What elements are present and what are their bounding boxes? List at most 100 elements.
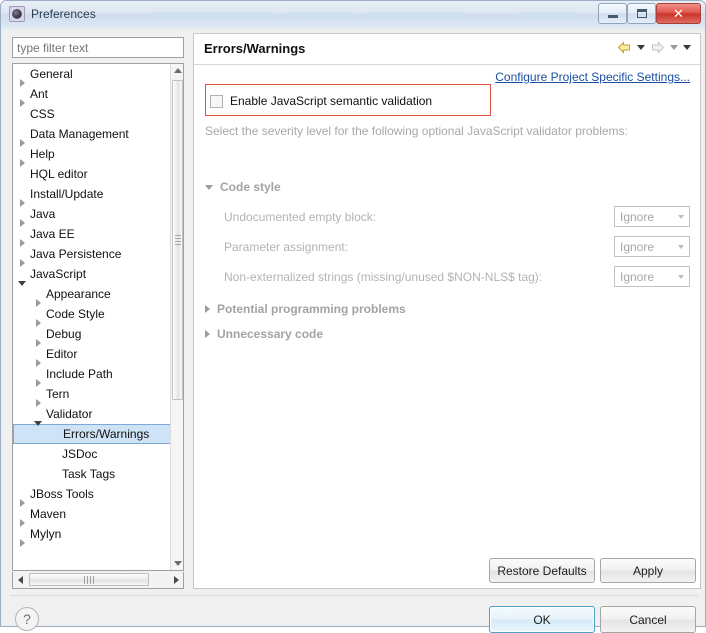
restore-defaults-button[interactable]: Restore Defaults bbox=[489, 558, 595, 583]
tree-item-jsdoc[interactable]: JSDoc bbox=[13, 444, 172, 464]
tree-item-ant[interactable]: Ant bbox=[13, 84, 172, 107]
tree-item-css[interactable]: CSS bbox=[13, 104, 172, 124]
forward-arrow-icon bbox=[650, 40, 665, 55]
tree-item-java-persistence[interactable]: Java Persistence bbox=[13, 244, 172, 267]
tree-item-label: Tern bbox=[46, 387, 70, 401]
tree-item-label: Maven bbox=[30, 507, 67, 521]
tree-item-label: Task Tags bbox=[62, 467, 116, 481]
scroll-right-icon[interactable] bbox=[169, 572, 183, 587]
enable-semantic-validation-label: Enable JavaScript semantic validation bbox=[230, 94, 433, 108]
severity-value: Ignore bbox=[620, 209, 655, 224]
tree-item-general[interactable]: General bbox=[13, 64, 172, 87]
tree-item-appearance[interactable]: Appearance bbox=[13, 284, 172, 307]
ok-button[interactable]: OK bbox=[489, 606, 595, 633]
severity-combo-undocumented-empty-block[interactable]: Ignore bbox=[614, 206, 690, 227]
chevron-down-icon bbox=[673, 244, 689, 249]
chevron-right-icon bbox=[205, 305, 210, 313]
tree-item-validator[interactable]: Validator bbox=[13, 404, 172, 426]
title-bar: Preferences ✕ bbox=[1, 1, 705, 30]
tree-item-label: CSS bbox=[30, 107, 55, 121]
tree-item-editor[interactable]: Editor bbox=[13, 344, 172, 367]
tree-vertical-scrollbar[interactable] bbox=[170, 64, 183, 570]
section-label: Code style bbox=[220, 180, 281, 194]
tree-item-hql-editor[interactable]: HQL editor bbox=[13, 164, 172, 184]
back-menu-chevron-down-icon[interactable] bbox=[637, 45, 645, 50]
tree-item-java[interactable]: Java bbox=[13, 204, 172, 227]
window-title: Preferences bbox=[31, 7, 96, 21]
chevron-down-icon bbox=[673, 214, 689, 219]
tree-item-data-management[interactable]: Data Management bbox=[13, 124, 172, 147]
tree-item-label: JSDoc bbox=[62, 447, 98, 461]
tree-item-label: Appearance bbox=[46, 287, 111, 301]
minimize-icon bbox=[599, 4, 626, 23]
filter-input[interactable] bbox=[12, 37, 184, 58]
tree-item-label: Ant bbox=[30, 87, 49, 101]
page-panel: Errors/Warnings Configure Project Specif… bbox=[193, 33, 701, 589]
tree-item-help[interactable]: Help bbox=[13, 144, 172, 167]
scroll-down-icon[interactable] bbox=[171, 557, 183, 570]
section-label: Potential programming problems bbox=[217, 302, 406, 316]
tree-item-label: Debug bbox=[46, 327, 82, 341]
tree-item-list: General Ant CSS Data Management Help HQL edit… bbox=[13, 64, 172, 570]
tree-item-label: Java EE bbox=[30, 227, 75, 241]
close-icon: ✕ bbox=[673, 6, 684, 21]
preferences-tree[interactable]: General Ant CSS Data Management Help HQL edit… bbox=[12, 63, 184, 571]
vertical-scroll-thumb[interactable] bbox=[172, 80, 183, 400]
page-title: Errors/Warnings bbox=[204, 41, 306, 56]
preferences-gear-icon bbox=[9, 6, 25, 22]
cancel-button[interactable]: Cancel bbox=[600, 606, 696, 633]
back-arrow-icon[interactable] bbox=[617, 40, 632, 55]
close-button[interactable]: ✕ bbox=[656, 3, 701, 24]
forward-menu-chevron-down-icon bbox=[670, 45, 678, 50]
tree-item-label: Mylyn bbox=[30, 527, 62, 541]
severity-combo-parameter-assignment[interactable]: Ignore bbox=[614, 236, 690, 257]
tree-item-include-path[interactable]: Include Path bbox=[13, 364, 172, 387]
tree-item-mylyn[interactable]: Mylyn bbox=[13, 524, 172, 547]
chevron-down-icon bbox=[673, 274, 689, 279]
tree-item-label: Install/Update bbox=[30, 187, 104, 201]
tree-item-label: HQL editor bbox=[30, 167, 88, 181]
apply-button[interactable]: Apply bbox=[600, 558, 696, 583]
tree-item-label: JBoss Tools bbox=[30, 487, 94, 501]
tree-item-label: Validator bbox=[46, 407, 93, 421]
tree-item-task-tags[interactable]: Task Tags bbox=[13, 464, 172, 484]
tree-item-javascript[interactable]: JavaScript bbox=[13, 264, 172, 286]
footer-separator bbox=[10, 595, 698, 596]
chevron-right-icon bbox=[205, 330, 210, 338]
section-header-potential-programming-problems[interactable]: Potential programming problems bbox=[205, 302, 406, 316]
dialog-content: General Ant CSS Data Management Help HQL edit… bbox=[1, 29, 705, 633]
tree-item-errors-warnings[interactable]: Errors/Warnings bbox=[13, 424, 172, 444]
enable-semantic-validation-checkbox[interactable] bbox=[210, 94, 223, 108]
option-label-undocumented-empty-block: Undocumented empty block: bbox=[224, 210, 377, 224]
tree-item-code-style[interactable]: Code Style bbox=[13, 304, 172, 327]
enable-semantic-validation-row[interactable]: Enable JavaScript semantic validation bbox=[210, 94, 432, 108]
severity-combo-non-externalized-strings[interactable]: Ignore bbox=[614, 266, 690, 287]
tree-item-tern[interactable]: Tern bbox=[13, 384, 172, 407]
section-header-code-style[interactable]: Code style bbox=[205, 180, 281, 194]
view-menu-chevron-down-icon[interactable] bbox=[683, 45, 691, 50]
tree-item-label: Editor bbox=[46, 347, 78, 361]
tree-item-label: JavaScript bbox=[30, 267, 87, 281]
tree-item-java-ee[interactable]: Java EE bbox=[13, 224, 172, 247]
tree-item-debug[interactable]: Debug bbox=[13, 324, 172, 347]
scroll-left-icon[interactable] bbox=[13, 572, 27, 587]
tree-item-maven[interactable]: Maven bbox=[13, 504, 172, 527]
section-header-unnecessary-code[interactable]: Unnecessary code bbox=[205, 327, 323, 341]
tree-item-jboss-tools[interactable]: JBoss Tools bbox=[13, 484, 172, 507]
tree-item-install-update[interactable]: Install/Update bbox=[13, 184, 172, 207]
option-label-parameter-assignment: Parameter assignment: bbox=[224, 240, 349, 254]
configure-project-settings-link[interactable]: Configure Project Specific Settings... bbox=[495, 70, 690, 84]
minimize-button[interactable] bbox=[598, 3, 627, 24]
horizontal-scroll-thumb[interactable] bbox=[29, 573, 149, 586]
tree-horizontal-scrollbar[interactable] bbox=[12, 572, 184, 589]
tree-item-label: Data Management bbox=[30, 127, 129, 141]
page-description: Select the severity level for the follow… bbox=[205, 124, 628, 138]
window-title-group: Preferences bbox=[9, 6, 96, 22]
section-label: Unnecessary code bbox=[217, 327, 324, 341]
help-icon[interactable]: ? bbox=[15, 607, 39, 631]
page-header: Errors/Warnings bbox=[194, 34, 700, 65]
tree-item-label: Help bbox=[30, 147, 55, 161]
maximize-button[interactable] bbox=[627, 3, 656, 24]
tree-item-label: Errors/Warnings bbox=[63, 427, 150, 441]
scroll-up-icon[interactable] bbox=[171, 64, 183, 77]
